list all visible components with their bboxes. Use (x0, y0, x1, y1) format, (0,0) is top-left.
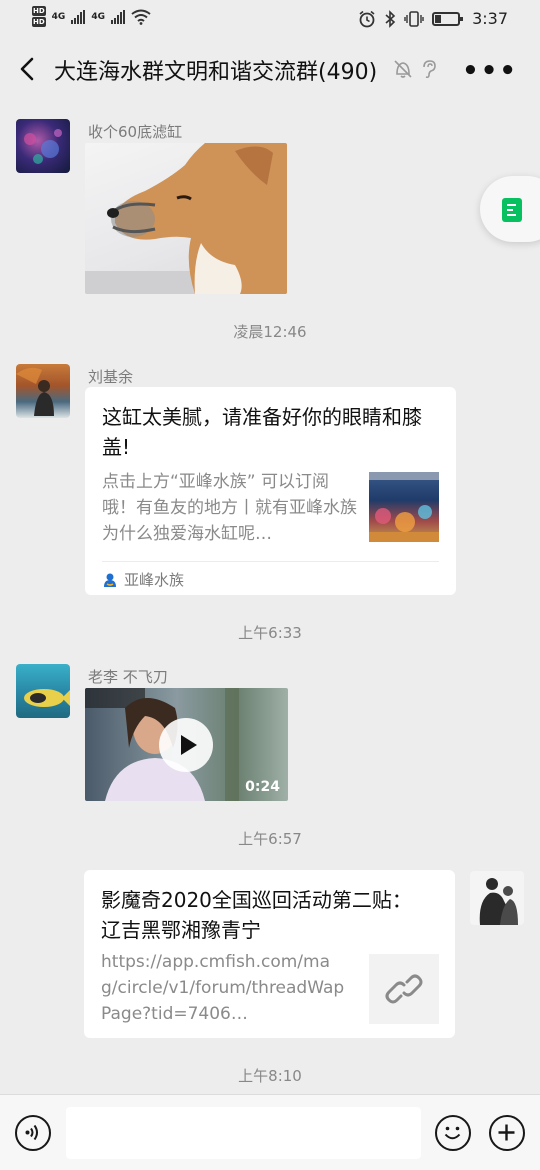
play-icon[interactable] (159, 718, 213, 772)
card-source: 亚峰水族 (102, 569, 184, 590)
article-link-card[interactable]: 这缸太美腻，请准备好你的眼睛和膝盖! 点击上方“亚峰水族” 可以订阅哦！有鱼友的… (85, 387, 456, 595)
hd-badge: HD (32, 17, 46, 27)
timestamp: 上午6:33 (238, 624, 302, 642)
battery-icon (432, 11, 464, 26)
hd-badge: HD (32, 6, 46, 16)
voice-button[interactable] (15, 1115, 51, 1151)
link-thumbnail (369, 954, 439, 1024)
self-avatar[interactable] (470, 871, 524, 925)
signal-bars-icon (110, 10, 125, 24)
status-bar: HD HD 4G 4G 3:37 (0, 0, 540, 38)
chat-header: 大连海水群文明和谐交流群(490) ••• (0, 38, 540, 100)
card-thumbnail (369, 472, 439, 542)
wifi-icon (131, 9, 151, 25)
message-input[interactable] (66, 1107, 421, 1159)
emoji-button[interactable] (435, 1115, 471, 1151)
signal-indicators: HD HD 4G 4G (32, 6, 151, 28)
voice-icon (25, 1124, 38, 1141)
timestamp: 凌晨12:46 (233, 323, 307, 341)
avatar[interactable] (16, 664, 70, 718)
avatar[interactable] (16, 119, 70, 173)
sender-name: 老李 不飞刀 (88, 668, 168, 686)
input-bar (0, 1094, 540, 1170)
official-account-icon (104, 573, 116, 587)
video-message[interactable]: 0:24 (85, 688, 288, 801)
card-title: 影魔奇2020全国巡回活动第二贴： 辽吉黑鄂湘豫青宁 (101, 888, 412, 942)
card-description: 点击上方“亚峰水族” 可以订阅哦！有鱼友的地方丨就有亚峰水族为什么独爱海水缸呢… (102, 472, 357, 544)
source-name: 亚峰水族 (124, 571, 185, 589)
network-label: 4G (91, 12, 105, 22)
vibrate-icon (404, 10, 424, 27)
self-link-card[interactable]: 影魔奇2020全国巡回活动第二贴： 辽吉黑鄂湘豫青宁 https://app.c… (84, 870, 455, 1038)
video-duration: 0:24 (245, 779, 280, 795)
card-url: https://app.cmfish.com/mag/circle/v1/for… (101, 952, 345, 1024)
plus-icon (498, 1124, 515, 1141)
avatar[interactable] (16, 364, 70, 418)
signal-bars-icon (71, 10, 86, 24)
back-arrow-icon[interactable] (14, 54, 42, 84)
hd-badges: HD HD (32, 6, 46, 28)
sender-name: 收个60底滤缸 (88, 123, 183, 141)
sender-name: 刘基余 (88, 368, 134, 386)
floating-document-tab[interactable] (480, 176, 540, 242)
timestamp: 上午8:10 (238, 1067, 302, 1085)
timestamp: 上午6:57 (238, 830, 302, 848)
bluetooth-icon (385, 9, 396, 28)
earpiece-icon (423, 60, 436, 79)
image-message[interactable] (85, 143, 287, 294)
mute-bell-icon (394, 60, 412, 78)
link-icon (385, 974, 423, 1004)
clock: 3:37 (472, 9, 508, 28)
card-divider (102, 561, 439, 562)
document-icon (502, 198, 522, 222)
chat-title: 大连海水群文明和谐交流群(490) (54, 60, 378, 85)
more-options-button[interactable]: ••• (462, 56, 518, 86)
alarm-icon (359, 10, 375, 27)
network-label: 4G (51, 12, 66, 22)
system-indicators: 3:37 (358, 9, 508, 28)
emoji-icon (444, 1126, 461, 1140)
add-attachment-button[interactable] (489, 1115, 525, 1151)
card-title: 这缸太美腻，请准备好你的眼睛和膝盖! (102, 405, 422, 459)
